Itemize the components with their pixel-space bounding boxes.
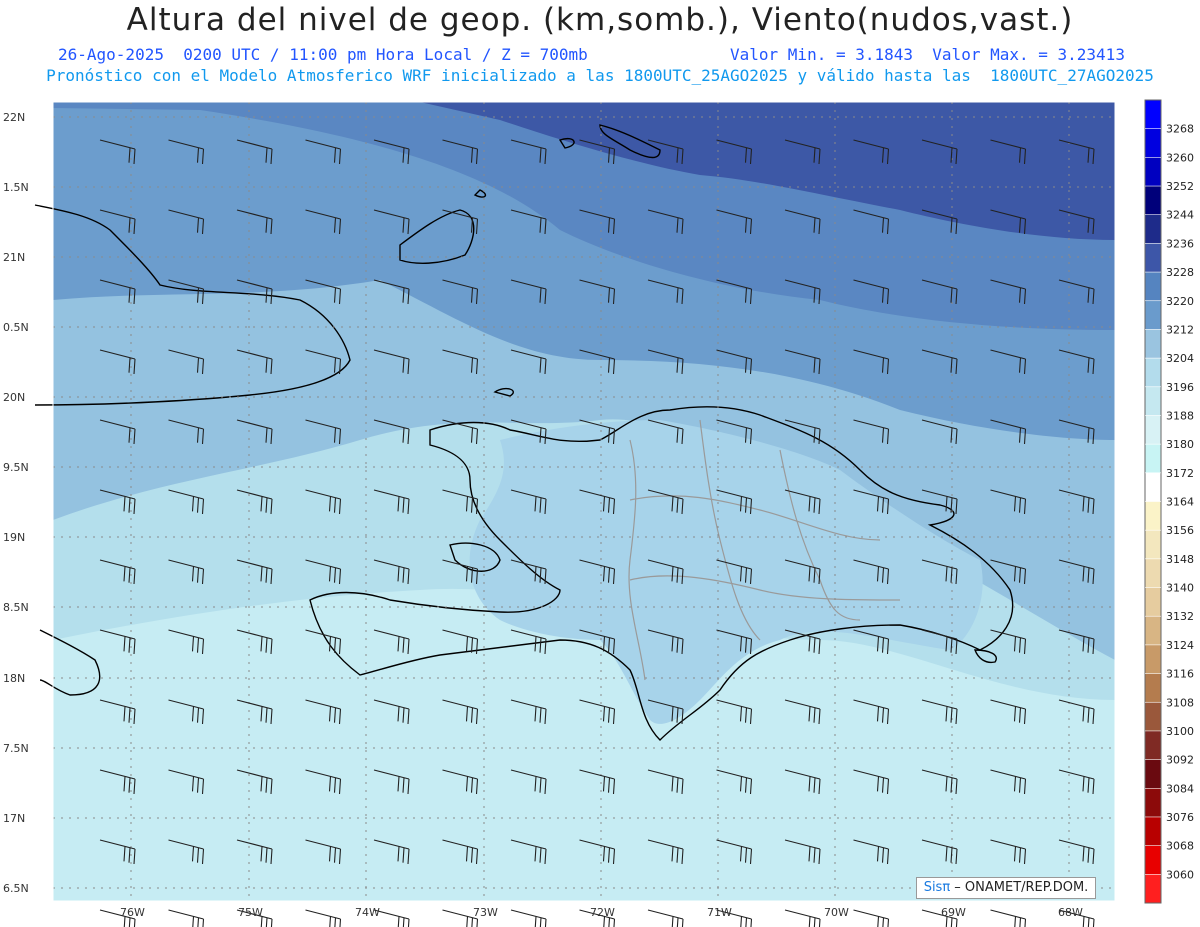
colorbar-label: 3260 [1166, 151, 1194, 164]
lon-label: 74W [355, 906, 380, 919]
lon-label: 73W [473, 906, 498, 919]
colorbar-swatch [1145, 358, 1161, 388]
colorbar: 3268 3260 3252 3244 3236 3228 3220 3212 3204 3196… [1144, 99, 1194, 904]
lat-label: 9.5N [3, 461, 29, 474]
lat-label: 6.5N [3, 882, 29, 895]
lat-label: 1.5N [3, 181, 29, 194]
lon-label: 72W [590, 906, 615, 919]
lat-label: 8.5N [3, 601, 29, 614]
map-panel: 22N 1.5N 21N 0.5N 20N 9.5N 19N 8.5N 18N … [3, 99, 1194, 927]
lon-label: 70W [824, 906, 849, 919]
colorbar-swatch [1145, 530, 1161, 560]
colorbar-swatch [1145, 730, 1161, 761]
colorbar-swatch [1145, 415, 1161, 445]
colorbar-swatch [1145, 501, 1161, 531]
lat-label: 21N [3, 251, 25, 264]
colorbar-label: 3188 [1166, 409, 1194, 422]
colorbar-label: 3196 [1166, 381, 1194, 394]
colorbar-swatch [1145, 214, 1161, 244]
colorbar-label: 3268 [1166, 123, 1194, 136]
sispi-logo: Sisπ [923, 880, 951, 895]
colorbar-swatch [1145, 100, 1161, 130]
colorbar-label: 3092 [1166, 754, 1194, 767]
lon-label: 71W [707, 906, 732, 919]
wind-barb [784, 909, 821, 927]
colorbar-label: 3068 [1166, 840, 1194, 853]
colorbar-label: 3084 [1166, 782, 1194, 795]
colorbar-label: 3244 [1166, 209, 1194, 222]
colorbar-label: 3204 [1166, 352, 1194, 365]
colorbar-swatch [1145, 788, 1161, 818]
colorbar-label: 3212 [1166, 323, 1194, 336]
colorbar-swatch [1145, 329, 1161, 359]
colorbar-label: 3220 [1166, 295, 1194, 308]
colorbar-swatch [1145, 644, 1161, 675]
colorbar-swatch [1145, 243, 1161, 273]
colorbar-swatch [1145, 874, 1161, 904]
lon-label: 68W [1058, 906, 1083, 919]
colorbar-swatch [1145, 702, 1161, 732]
colorbar-label: 3100 [1166, 725, 1194, 738]
lon-label: 69W [941, 906, 966, 919]
lat-label: 22N [3, 111, 25, 124]
colorbar-swatch [1145, 673, 1161, 703]
lat-label: 19N [3, 531, 25, 544]
colorbar-label: 3172 [1166, 467, 1194, 480]
wind-barb [990, 909, 1027, 927]
credit-org: – ONAMET/REP.DOM. [950, 880, 1089, 895]
lon-label: 75W [238, 906, 263, 919]
lat-label: 20N [3, 391, 25, 404]
colorbar-label: 3140 [1166, 582, 1194, 595]
colorbar-swatch [1145, 186, 1161, 216]
colorbar-swatch [1145, 386, 1161, 416]
wind-barb [305, 909, 342, 927]
colorbar-label: 3180 [1166, 438, 1194, 451]
colorbar-label: 3060 [1166, 868, 1194, 881]
lon-label: 76W [120, 906, 145, 919]
colorbar-swatch [1145, 587, 1161, 617]
wind-barb [647, 909, 684, 927]
wind-barb [168, 909, 205, 927]
colorbar-swatch [1145, 272, 1161, 302]
colorbar-swatch [1145, 816, 1161, 847]
colorbar-label: 3108 [1166, 696, 1194, 709]
colorbar-label: 3236 [1166, 237, 1194, 250]
colorbar-swatch [1145, 616, 1161, 646]
colorbar-swatch [1145, 472, 1161, 502]
colorbar-label: 3116 [1166, 668, 1194, 681]
colorbar-label: 3132 [1166, 610, 1194, 623]
lat-label: 17N [3, 812, 25, 825]
wind-barb [853, 909, 890, 927]
colorbar-swatch [1145, 444, 1161, 474]
colorbar-label: 3156 [1166, 524, 1194, 537]
lat-label: 18N [3, 672, 25, 685]
colorbar-label: 3076 [1166, 811, 1194, 824]
colorbar-swatch [1145, 759, 1161, 789]
colorbar-swatch [1145, 157, 1161, 187]
colorbar-label: 3124 [1166, 639, 1194, 652]
colorbar-label: 3148 [1166, 553, 1194, 566]
credit-box: Sisπ – ONAMET/REP.DOM. [916, 877, 1096, 899]
colorbar-swatch [1145, 845, 1161, 875]
colorbar-swatch [1145, 128, 1161, 158]
lat-label: 0.5N [3, 321, 29, 334]
colorbar-label: 3164 [1166, 496, 1194, 509]
colorbar-label: 3228 [1166, 266, 1194, 279]
wind-barb [510, 909, 547, 927]
latitude-labels: 22N 1.5N 21N 0.5N 20N 9.5N 19N 8.5N 18N … [3, 111, 29, 895]
colorbar-label: 3252 [1166, 180, 1194, 193]
colorbar-swatch [1145, 300, 1161, 330]
colorbar-swatch [1145, 558, 1161, 589]
lat-label: 7.5N [3, 742, 29, 755]
